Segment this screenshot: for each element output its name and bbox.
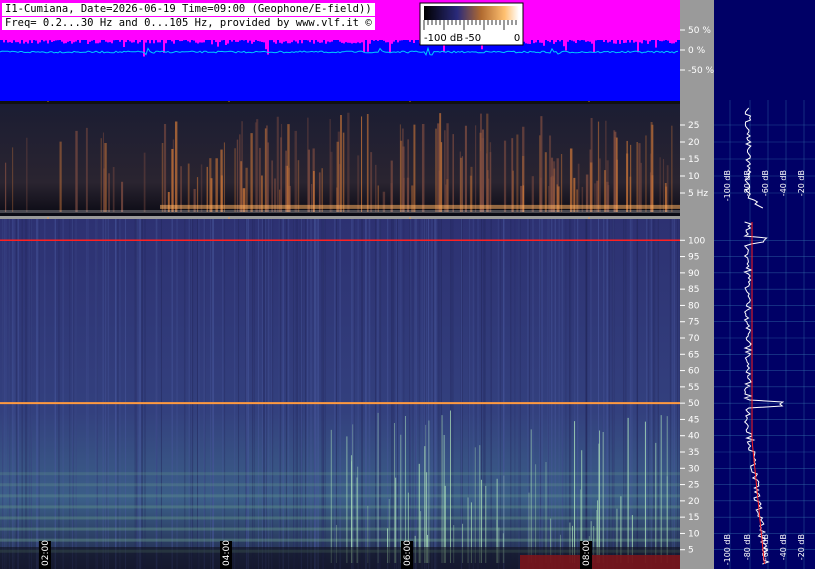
high-y-tick-label: 45 <box>688 415 699 425</box>
low-y-tick-label: 20 <box>688 138 700 148</box>
high-y-tick-label: 75 <box>688 318 699 328</box>
high-y-tick-label: 25 <box>688 481 699 491</box>
low-freq-noise-band <box>0 494 680 498</box>
low-freq-noise-band <box>0 505 680 509</box>
high-y-tick-label: 15 <box>688 513 699 523</box>
high-y-tick-label: 65 <box>688 350 699 360</box>
station-title: I1-Cumiana, Date=2026-06-19 Time=09:00 (… <box>2 3 375 16</box>
panel-divider <box>0 101 680 104</box>
panel-divider <box>0 216 680 219</box>
time-tick-label: 08:00 <box>582 540 592 566</box>
high-y-tick-label: 70 <box>688 334 700 344</box>
high-y-tick-label: 30 <box>688 464 700 474</box>
time-tick-label: 06:00 <box>403 540 413 566</box>
low-freq-noise-band <box>0 538 680 542</box>
colorbar-label: -100 dB <box>424 33 463 44</box>
bottom-dark-band <box>0 547 680 569</box>
high-y-tick-label: 95 <box>688 253 699 263</box>
frequency-subtitle: Freq= 0.2...30 Hz and 0...105 Hz, provid… <box>2 17 375 30</box>
low-freq-noise-band <box>0 483 680 487</box>
chart-svg: 50 %0 %-50 % 252015105 Hz 10095908580757… <box>0 0 815 569</box>
high-y-tick-label: 35 <box>688 448 699 458</box>
low-freq-band <box>160 204 680 209</box>
colorbar: -100 dB -50 0 <box>419 2 524 46</box>
time-tick-label: 02:00 <box>41 540 51 566</box>
colorbar-gradient <box>424 6 519 20</box>
high-y-tick-label: 50 <box>688 399 700 409</box>
waveform-y-tick-label: -50 % <box>688 66 715 76</box>
vlf-monitor-chart: 50 % 0 % -50 % 25 20 15 10 5 Hz 100 95 90 85 80 75 7… <box>0 0 815 569</box>
side-x-tick-label: -40 dB <box>779 534 788 560</box>
high-y-tick-label: 85 <box>688 285 699 295</box>
side-x-tick-label: -40 dB <box>779 170 788 196</box>
high-y-tick-label: 10 <box>688 529 700 539</box>
high-y-tick-label: 40 <box>688 432 700 442</box>
side-x-tick-label: -100 dB <box>723 534 732 565</box>
side-x-tick-label: -60 dB <box>761 170 770 196</box>
low-y-tick-label: 25 <box>688 121 699 131</box>
side-x-tick-label: -80 dB <box>743 534 752 560</box>
side-x-tick-label: -100 dB <box>723 170 732 201</box>
low-freq-noise-band <box>0 527 680 531</box>
low-freq-noise-band <box>0 472 680 476</box>
colorbar-label: 0 <box>514 33 520 44</box>
colorbar-label: -50 <box>465 33 481 44</box>
side-panel-bg <box>714 0 815 569</box>
low-baseline <box>0 210 680 213</box>
low-y-tick-label: 5 Hz <box>688 189 708 199</box>
low-y-tick-label: 10 <box>688 172 700 182</box>
high-y-tick-label: 90 <box>688 269 700 279</box>
high-y-tick-label: 5 <box>688 546 694 556</box>
high-y-tick-label: 55 <box>688 383 699 393</box>
high-y-tick-label: 100 <box>688 236 705 246</box>
low-y-tick-label: 15 <box>688 155 699 165</box>
waveform-y-tick-label: 50 % <box>688 26 711 36</box>
waveform-y-tick-label: 0 % <box>688 46 706 56</box>
high-y-tick-label: 60 <box>688 367 700 377</box>
high-y-tick-label: 80 <box>688 301 700 311</box>
time-tick-label: 04:00 <box>222 540 232 566</box>
high-y-tick-label: 20 <box>688 497 700 507</box>
side-x-tick-label: -20 dB <box>797 534 806 560</box>
low-freq-noise-band <box>0 516 680 520</box>
side-x-tick-label: -20 dB <box>797 170 806 196</box>
